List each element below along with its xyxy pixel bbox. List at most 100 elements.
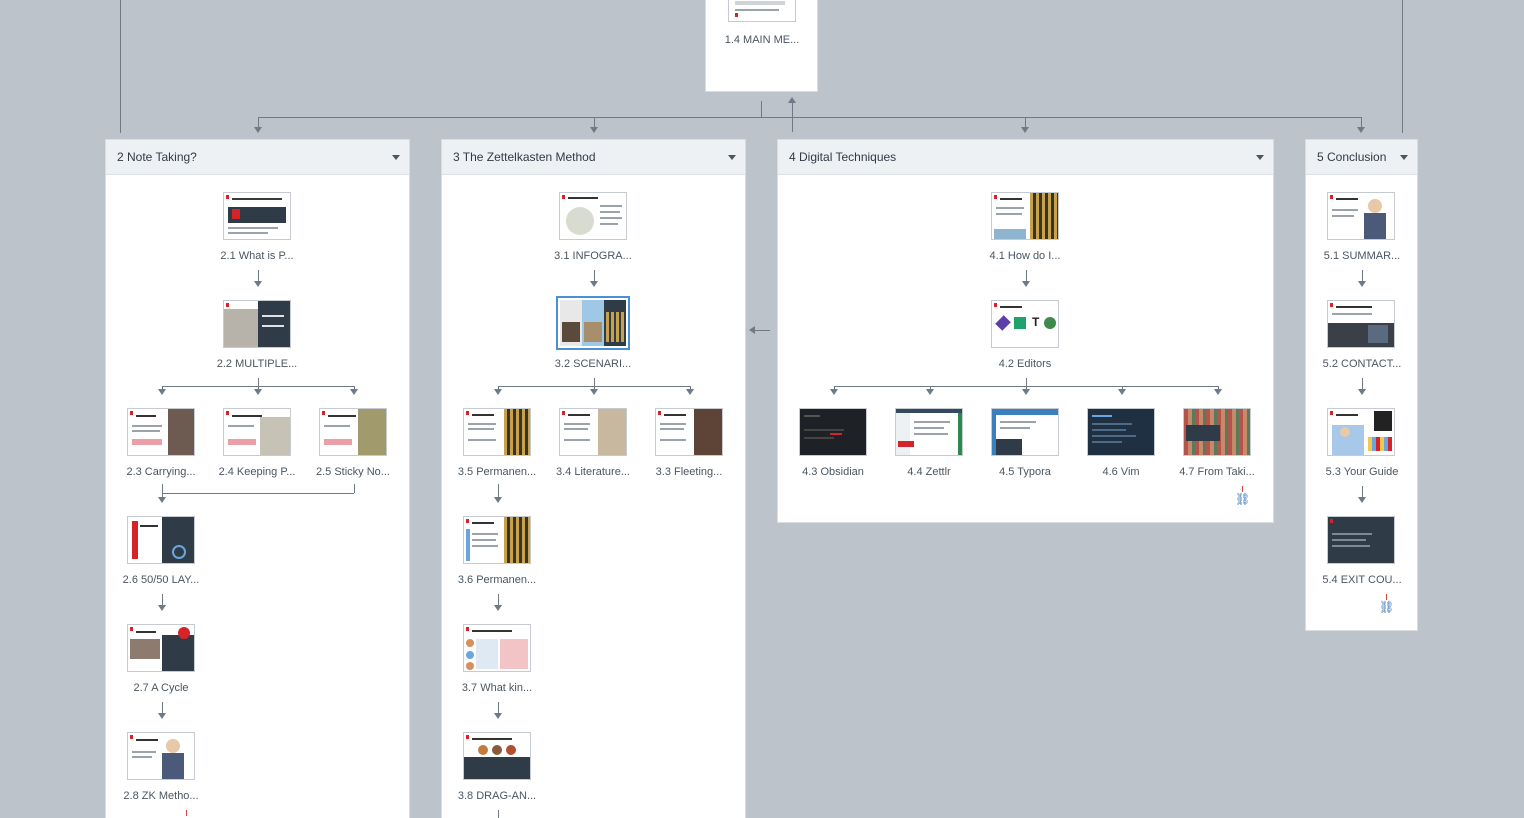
- panel-header[interactable]: 2 Note Taking?: [106, 140, 409, 175]
- connector-line: [594, 117, 595, 127]
- connector-line: [498, 702, 499, 713]
- connector-line: [754, 330, 770, 331]
- chevron-down-icon[interactable]: [392, 155, 400, 160]
- slide-thumbnail[interactable]: [127, 516, 195, 564]
- slide-thumbnail[interactable]: [127, 624, 195, 672]
- slide-thumbnail[interactable]: [991, 192, 1059, 240]
- slide-thumbnail-selected[interactable]: [556, 296, 630, 350]
- arrow-down-icon: [158, 713, 166, 719]
- connector-line: [498, 594, 499, 605]
- arrow-down-icon: [350, 389, 358, 395]
- slide-label: 3.4 Literature...: [556, 466, 630, 478]
- slide-thumbnail[interactable]: [127, 408, 195, 456]
- slide-thumbnail[interactable]: [463, 408, 531, 456]
- arrow-down-icon: [590, 281, 598, 287]
- section-panel-note-taking[interactable]: 2 Note Taking? 2.1 What is P... 2.2 MULT…: [105, 139, 410, 818]
- slide-thumbnail[interactable]: [655, 408, 723, 456]
- slide-thumbnail[interactable]: [1327, 516, 1395, 564]
- panel-header[interactable]: 5 Conclusion: [1306, 140, 1417, 175]
- slide-label: 4.1 How do I...: [989, 250, 1061, 262]
- connector-line: [1361, 117, 1362, 127]
- slide-thumbnail[interactable]: [559, 408, 627, 456]
- arrow-down-icon: [254, 281, 262, 287]
- slide-label: 2.6 50/50 LAY...: [122, 574, 200, 586]
- slide-thumbnail[interactable]: [223, 408, 291, 456]
- arrow-down-icon: [494, 497, 502, 503]
- connector-line: [258, 117, 1361, 118]
- panel-title: 4 Digital Techniques: [789, 150, 897, 164]
- connector-line: [120, 0, 121, 133]
- panel-title: 5 Conclusion: [1317, 150, 1387, 164]
- arrow-down-icon: [830, 389, 838, 395]
- slide-label: 2.5 Sticky No...: [316, 466, 390, 478]
- slide-thumbnail[interactable]: [799, 408, 867, 456]
- slide-thumbnail[interactable]: [895, 408, 963, 456]
- slide-label: 2.1 What is P...: [220, 250, 294, 262]
- arrow-down-icon: [1022, 281, 1030, 287]
- connector-line: [162, 493, 354, 494]
- slide-thumbnail[interactable]: [319, 408, 387, 456]
- connector-line: [594, 270, 595, 281]
- section-panel-conclusion[interactable]: 5 Conclusion 5.1 SUMMAR... 5.2 CONTACT..…: [1305, 139, 1418, 631]
- slide-thumbnail[interactable]: T: [991, 300, 1059, 348]
- connector-line: [162, 594, 163, 605]
- chevron-down-icon[interactable]: [728, 155, 736, 160]
- slide-label: 3.7 What kin...: [461, 682, 533, 694]
- slide-thumbnail[interactable]: [991, 408, 1059, 456]
- link-icon[interactable]: ⛓: [1379, 600, 1394, 614]
- chevron-down-icon[interactable]: [1400, 155, 1408, 160]
- top-card[interactable]: 1.4 MAIN ME...: [705, 0, 818, 92]
- prezi-overview-canvas[interactable]: 1.4 MAIN ME... 2 Note Taking? 2.1 What i…: [0, 0, 1524, 818]
- slide-thumbnail[interactable]: [1327, 192, 1395, 240]
- arrow-left-icon: [749, 326, 755, 334]
- slide-label: 5.3 Your Guide: [1325, 466, 1399, 478]
- slide-thumbnail[interactable]: [463, 516, 531, 564]
- slide-thumbnail[interactable]: [223, 300, 291, 348]
- slide-thumbnail[interactable]: [1183, 408, 1251, 456]
- connector-line: [761, 101, 762, 117]
- slide-thumbnail[interactable]: [728, 0, 796, 22]
- panel-title: 3 The Zettelkasten Method: [453, 150, 596, 164]
- chevron-down-icon[interactable]: [1256, 155, 1264, 160]
- arrow-down-icon: [590, 389, 598, 395]
- slide-thumbnail[interactable]: [127, 732, 195, 780]
- slide-label: 2.4 Keeping P...: [218, 466, 296, 478]
- slide-label: 4.2 Editors: [998, 358, 1052, 370]
- slide-label: 4.6 Vim: [1102, 466, 1140, 478]
- arrow-up-icon: [788, 97, 796, 103]
- arrow-down-icon: [926, 389, 934, 395]
- connector-line: [498, 484, 499, 497]
- arrow-down-icon: [494, 605, 502, 611]
- slide-thumbnail[interactable]: [223, 192, 291, 240]
- arrow-down-icon: [1118, 389, 1126, 395]
- arrow-down-icon: [158, 605, 166, 611]
- slide-label: 4.3 Obsidian: [802, 466, 864, 478]
- slide-label: 2.3 Carrying...: [126, 466, 196, 478]
- link-icon[interactable]: ⛓: [1235, 492, 1250, 506]
- panel-header[interactable]: 3 The Zettelkasten Method: [442, 140, 745, 175]
- arrow-down-icon: [1022, 389, 1030, 395]
- panel-header[interactable]: 4 Digital Techniques: [778, 140, 1273, 175]
- slide-thumbnail[interactable]: [1087, 408, 1155, 456]
- slide-label: 3.6 Permanen...: [457, 574, 537, 586]
- slide-label: 5.2 CONTACT...: [1322, 358, 1402, 370]
- arrow-down-icon: [1358, 497, 1366, 503]
- connector-line: [354, 484, 355, 493]
- slide-thumbnail[interactable]: [463, 624, 531, 672]
- link-marker: [186, 810, 187, 816]
- arrow-down-icon: [494, 389, 502, 395]
- arrow-down-icon: [686, 389, 694, 395]
- connector-line: [1402, 0, 1403, 133]
- section-panel-zettelkasten[interactable]: 3 The Zettelkasten Method 3.1 INFOGRA...…: [441, 139, 746, 818]
- slide-thumbnail[interactable]: [1327, 408, 1395, 456]
- slide-thumbnail[interactable]: [1327, 300, 1395, 348]
- connector-line: [1362, 378, 1363, 389]
- slide-label: 2.8 ZK Metho...: [123, 790, 199, 802]
- arrow-down-icon: [1357, 127, 1365, 133]
- connector-line: [498, 810, 499, 818]
- slide-label: 5.1 SUMMAR...: [1323, 250, 1401, 262]
- slide-thumbnail[interactable]: [559, 192, 627, 240]
- section-panel-digital-techniques[interactable]: 4 Digital Techniques 4.1 How do I... T 4…: [777, 139, 1274, 523]
- slide-thumbnail[interactable]: [463, 732, 531, 780]
- slide-label: 3.1 INFOGRA...: [554, 250, 632, 262]
